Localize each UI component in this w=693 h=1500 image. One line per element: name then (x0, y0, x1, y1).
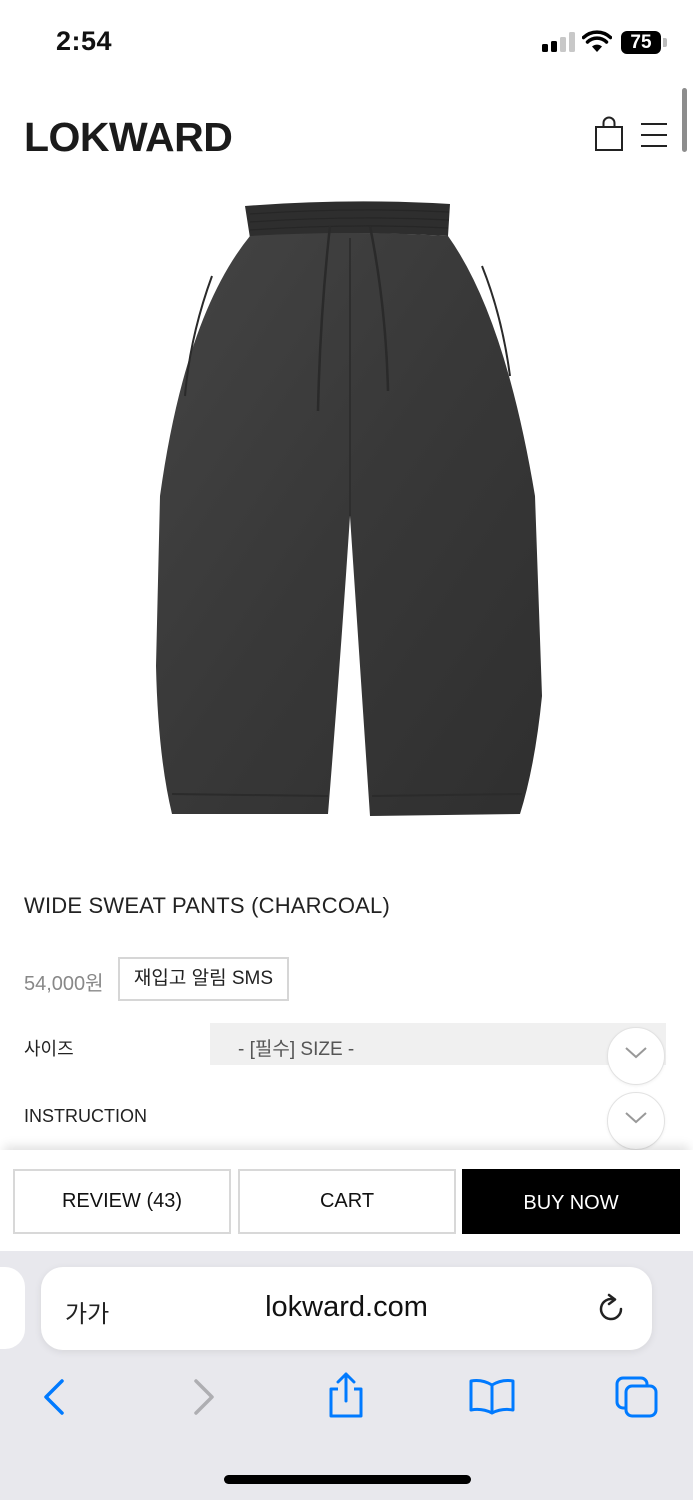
bookmarks-icon[interactable] (468, 1377, 516, 1415)
size-label: 사이즈 (24, 1039, 74, 1059)
cellular-signal-icon (542, 32, 576, 52)
shopping-bag-icon[interactable] (594, 116, 624, 152)
battery-icon: 75 (621, 31, 661, 54)
share-icon[interactable] (327, 1371, 365, 1419)
status-time: 2:54 (56, 26, 113, 56)
instruction-label[interactable]: INSTRUCTION (24, 1106, 147, 1127)
site-logo[interactable]: LOKWARD (24, 114, 233, 161)
restock-sms-button[interactable]: 재입고 알림 SMS (118, 957, 289, 1001)
size-dropdown-button[interactable] (607, 1027, 665, 1085)
review-button[interactable]: REVIEW (43) (13, 1169, 231, 1234)
previous-tab-preview[interactable] (0, 1267, 25, 1349)
buy-now-button[interactable]: BUY NOW (462, 1169, 680, 1234)
scroll-indicator[interactable] (682, 88, 687, 152)
instruction-expand-button[interactable] (607, 1092, 665, 1150)
chevron-down-icon (625, 1112, 647, 1124)
menu-icon[interactable] (640, 121, 668, 149)
browser-toolbar: 가가 lokward.com (0, 1251, 693, 1500)
status-bar: 2:54 75 (0, 0, 693, 86)
size-select[interactable]: - [필수] SIZE - (210, 1023, 666, 1065)
product-image[interactable] (150, 196, 550, 822)
home-indicator[interactable] (224, 1475, 471, 1484)
url-text[interactable]: lokward.com (41, 1291, 652, 1324)
wifi-icon (582, 30, 612, 52)
purchase-action-bar: REVIEW (43) CART BUY NOW (0, 1150, 693, 1251)
size-select-value: - [필수] SIZE - (238, 1039, 355, 1060)
product-title: WIDE SWEAT PANTS (CHARCOAL) (24, 893, 390, 918)
add-to-cart-button[interactable]: CART (238, 1169, 456, 1234)
product-price: 54,000원 (24, 973, 104, 995)
forward-icon[interactable] (190, 1377, 218, 1417)
battery-cap (663, 38, 667, 47)
tabs-icon[interactable] (614, 1375, 660, 1419)
chevron-down-icon (625, 1047, 647, 1059)
back-icon[interactable] (40, 1377, 68, 1417)
reload-icon[interactable] (594, 1292, 628, 1326)
address-bar[interactable]: 가가 lokward.com (41, 1267, 652, 1350)
